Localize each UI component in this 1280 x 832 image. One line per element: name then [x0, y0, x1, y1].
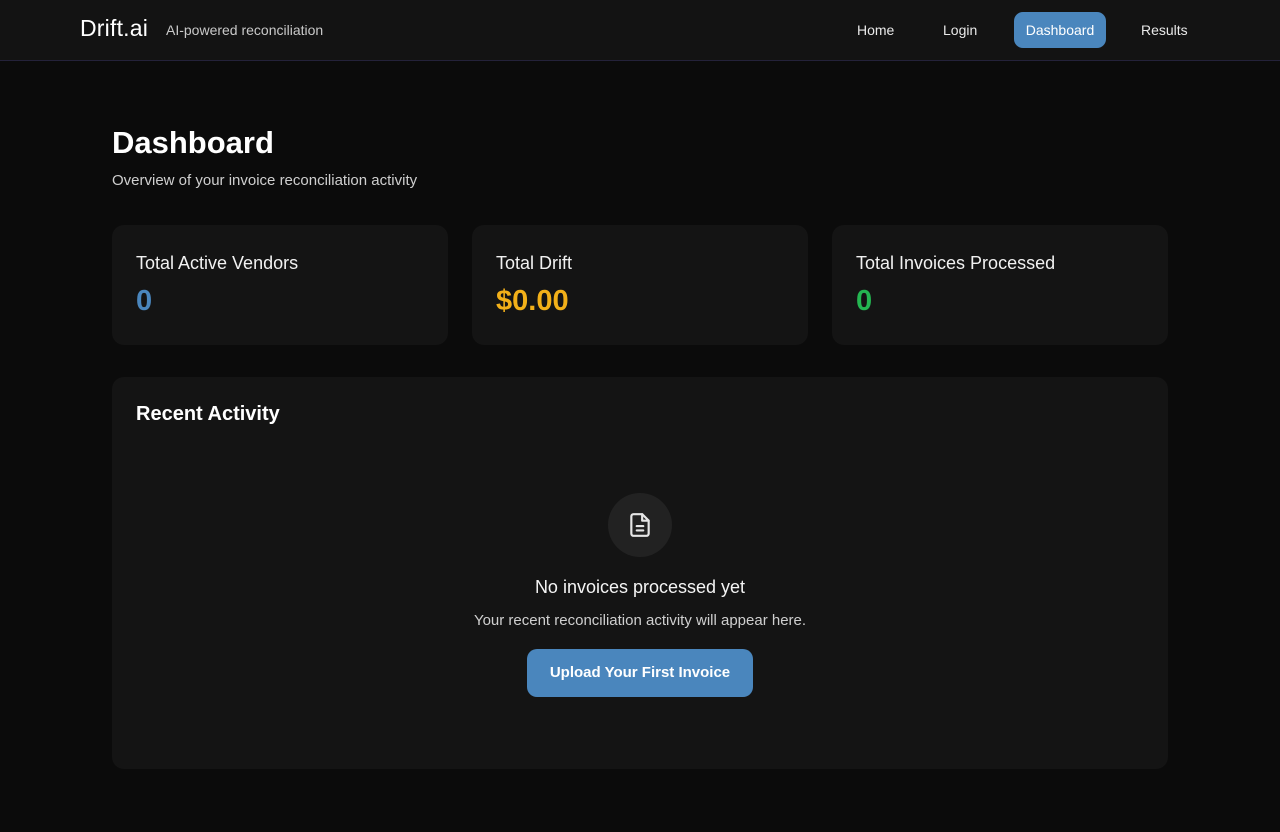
stat-card-invoices-processed: Total Invoices Processed 0: [832, 225, 1168, 345]
brand-logo[interactable]: Drift.ai: [80, 15, 148, 42]
recent-activity-title: Recent Activity: [136, 403, 280, 425]
empty-state-icon-wrapper: [608, 493, 672, 557]
empty-state-description: Your recent reconciliation activity will…: [473, 612, 807, 629]
stat-label: Total Drift: [496, 253, 573, 273]
empty-state-title: No invoices processed yet: [534, 577, 746, 597]
brand-tagline: AI-powered reconciliation: [166, 22, 324, 38]
upload-first-invoice-button[interactable]: Upload Your First Invoice: [527, 649, 753, 697]
stat-value: 0: [136, 285, 153, 317]
stat-label: Total Invoices Processed: [856, 253, 1056, 273]
nav-results-link[interactable]: Results: [1129, 12, 1200, 48]
stat-value: $0.00: [496, 285, 569, 317]
nav-dashboard-link[interactable]: Dashboard: [1014, 12, 1106, 48]
page-subtitle: Overview of your invoice reconciliation …: [112, 172, 418, 189]
nav-login-link[interactable]: Login: [931, 12, 989, 48]
nav-home-link[interactable]: Home: [845, 12, 906, 48]
stat-card-active-vendors: Total Active Vendors 0: [112, 225, 448, 345]
stat-value: 0: [856, 285, 873, 317]
top-navbar: Drift.ai AI-powered reconciliation Home …: [0, 0, 1280, 61]
page-title: Dashboard: [112, 125, 274, 160]
stat-card-total-drift: Total Drift $0.00: [472, 225, 808, 345]
stat-label: Total Active Vendors: [136, 253, 299, 273]
document-icon: [630, 513, 650, 537]
recent-activity-card: Recent Activity No invoices processed ye…: [112, 377, 1168, 769]
